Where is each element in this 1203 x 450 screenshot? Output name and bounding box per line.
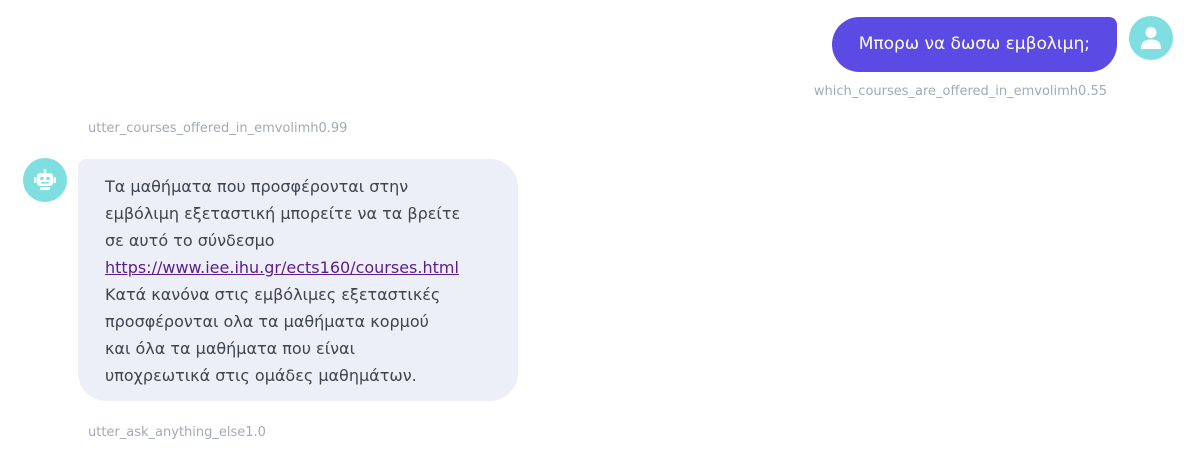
user-icon bbox=[1141, 27, 1161, 49]
chat-window: Μπορω να δωσω εμβολιμη; which_courses_ar… bbox=[0, 0, 1203, 450]
user-message-bubble: Μπορω να δωσω εμβολιμη; bbox=[831, 17, 1117, 72]
bot-message-line: Τα μαθήματα που προσφέρονται στην bbox=[105, 177, 409, 196]
courses-link[interactable]: https://www.iee.ihu.gr/ects160/courses.h… bbox=[105, 258, 459, 277]
user-avatar bbox=[1129, 16, 1173, 60]
bot-message-line: σε αυτό το σύνδεσμο bbox=[105, 231, 275, 250]
bot-message-line: και όλα τα μαθήματα που είναι bbox=[105, 339, 356, 358]
intent-label: which_courses_are_offered_in_emvolimh0.5… bbox=[813, 84, 1107, 99]
bot-message-bubble: Τα μαθήματα που προσφέρονται στην εμβόλι… bbox=[78, 159, 518, 401]
robot-icon bbox=[34, 169, 56, 190]
bot-message-line: προσφέρονται ολα τα μαθήματα κορμού bbox=[105, 312, 429, 331]
bot-message-line: εμβόλιμη εξεταστική μπορείτε να τα βρείτ… bbox=[105, 204, 461, 223]
utter-label: utter_courses_offered_in_emvolimh0.99 bbox=[88, 121, 348, 136]
bot-avatar bbox=[23, 158, 67, 202]
next-utter-label: utter_ask_anything_else1.0 bbox=[88, 425, 266, 440]
bot-message-line: Κατά κανόνα στις εμβόλιμες εξεταστικές bbox=[105, 285, 441, 304]
bot-message-line: υποχρεωτικά στις ομάδες μαθημάτων. bbox=[105, 366, 417, 385]
